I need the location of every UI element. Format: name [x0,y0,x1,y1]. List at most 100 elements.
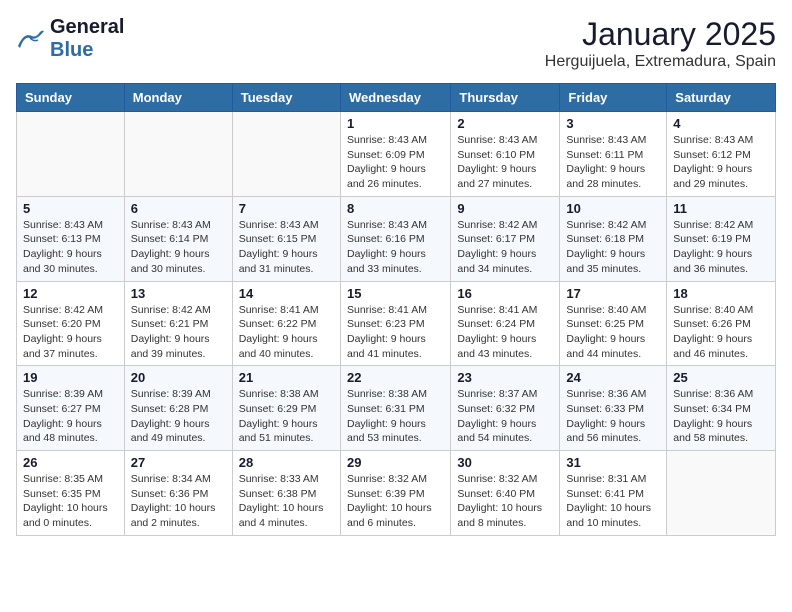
day-info: Sunrise: 8:43 AM Sunset: 6:13 PM Dayligh… [23,218,118,277]
day-info: Sunrise: 8:43 AM Sunset: 6:16 PM Dayligh… [347,218,444,277]
day-number: 26 [23,455,118,470]
day-info: Sunrise: 8:36 AM Sunset: 6:33 PM Dayligh… [566,387,660,446]
day-info: Sunrise: 8:42 AM Sunset: 6:19 PM Dayligh… [673,218,769,277]
month-title: January 2025 [545,16,776,53]
day-number: 25 [673,370,769,385]
day-info: Sunrise: 8:41 AM Sunset: 6:22 PM Dayligh… [239,303,334,362]
table-row: 15 Sunrise: 8:41 AM Sunset: 6:23 PM Dayli… [340,281,450,366]
day-number: 29 [347,455,444,470]
table-row: 23 Sunrise: 8:37 AM Sunset: 6:32 PM Dayli… [451,366,560,451]
day-number: 30 [457,455,553,470]
weekday-header-row: Sunday Monday Tuesday Wednesday Thursday… [17,84,776,112]
day-number: 23 [457,370,553,385]
day-number: 9 [457,201,553,216]
logo: General Blue [16,16,124,62]
day-number: 12 [23,286,118,301]
table-row: 6 Sunrise: 8:43 AM Sunset: 6:14 PM Daylig… [124,196,232,281]
day-info: Sunrise: 8:43 AM Sunset: 6:10 PM Dayligh… [457,133,553,192]
table-row: 29 Sunrise: 8:32 AM Sunset: 6:39 PM Dayli… [340,451,450,536]
table-row: 12Sunrise: 8:42 AM Sunset: 6:20 PM Dayli… [17,281,125,366]
day-info: Sunrise: 8:42 AM Sunset: 6:21 PM Dayligh… [131,303,226,362]
table-row: 4Sunrise: 8:43 AM Sunset: 6:12 PM Daylig… [667,112,776,197]
day-info: Sunrise: 8:37 AM Sunset: 6:32 PM Dayligh… [457,387,553,446]
table-row [124,112,232,197]
day-info: Sunrise: 8:31 AM Sunset: 6:41 PM Dayligh… [566,472,660,531]
header-monday: Monday [124,84,232,112]
header-wednesday: Wednesday [340,84,450,112]
logo-general-text: General [50,16,124,38]
day-info: Sunrise: 8:43 AM Sunset: 6:11 PM Dayligh… [566,133,660,192]
table-row: 31Sunrise: 8:31 AM Sunset: 6:41 PM Dayli… [560,451,667,536]
day-number: 17 [566,286,660,301]
table-row: 8Sunrise: 8:43 AM Sunset: 6:16 PM Daylig… [340,196,450,281]
day-number: 20 [131,370,226,385]
table-row: 20 Sunrise: 8:39 AM Sunset: 6:28 PM Dayli… [124,366,232,451]
day-number: 4 [673,116,769,131]
day-info: Sunrise: 8:35 AM Sunset: 6:35 PM Dayligh… [23,472,118,531]
day-info: Sunrise: 8:39 AM Sunset: 6:28 PM Dayligh… [131,387,226,446]
table-row: 28 Sunrise: 8:33 AM Sunset: 6:38 PM Dayli… [232,451,340,536]
day-number: 16 [457,286,553,301]
day-number: 10 [566,201,660,216]
table-row: 3 Sunrise: 8:43 AM Sunset: 6:11 PM Daylig… [560,112,667,197]
day-number: 7 [239,201,334,216]
table-row [17,112,125,197]
day-number: 15 [347,286,444,301]
day-number: 21 [239,370,334,385]
day-info: Sunrise: 8:33 AM Sunset: 6:38 PM Dayligh… [239,472,334,531]
header-thursday: Thursday [451,84,560,112]
day-info: Sunrise: 8:43 AM Sunset: 6:14 PM Dayligh… [131,218,226,277]
table-row: 5 Sunrise: 8:43 AM Sunset: 6:13 PM Daylig… [17,196,125,281]
day-info: Sunrise: 8:36 AM Sunset: 6:34 PM Dayligh… [673,387,769,446]
table-row: 16 Sunrise: 8:41 AM Sunset: 6:24 PM Dayli… [451,281,560,366]
table-row: 9 Sunrise: 8:42 AM Sunset: 6:17 PM Daylig… [451,196,560,281]
day-number: 5 [23,201,118,216]
day-info: Sunrise: 8:38 AM Sunset: 6:31 PM Dayligh… [347,387,444,446]
table-row: 1 Sunrise: 8:43 AM Sunset: 6:09 PM Daylig… [340,112,450,197]
day-number: 28 [239,455,334,470]
calendar-week-2: 5 Sunrise: 8:43 AM Sunset: 6:13 PM Daylig… [17,196,776,281]
day-number: 11 [673,201,769,216]
day-info: Sunrise: 8:42 AM Sunset: 6:17 PM Dayligh… [457,218,553,277]
calendar-week-5: 26 Sunrise: 8:35 AM Sunset: 6:35 PM Dayli… [17,451,776,536]
day-info: Sunrise: 8:41 AM Sunset: 6:23 PM Dayligh… [347,303,444,362]
calendar-week-3: 12Sunrise: 8:42 AM Sunset: 6:20 PM Dayli… [17,281,776,366]
day-number: 3 [566,116,660,131]
day-info: Sunrise: 8:32 AM Sunset: 6:39 PM Dayligh… [347,472,444,531]
day-number: 2 [457,116,553,131]
day-info: Sunrise: 8:43 AM Sunset: 6:09 PM Dayligh… [347,133,444,192]
header-sunday: Sunday [17,84,125,112]
day-number: 27 [131,455,226,470]
day-number: 24 [566,370,660,385]
table-row: 7 Sunrise: 8:43 AM Sunset: 6:15 PM Daylig… [232,196,340,281]
day-info: Sunrise: 8:34 AM Sunset: 6:36 PM Dayligh… [131,472,226,531]
table-row: 2 Sunrise: 8:43 AM Sunset: 6:10 PM Daylig… [451,112,560,197]
header-tuesday: Tuesday [232,84,340,112]
day-info: Sunrise: 8:39 AM Sunset: 6:27 PM Dayligh… [23,387,118,446]
calendar-week-4: 19 Sunrise: 8:39 AM Sunset: 6:27 PM Dayli… [17,366,776,451]
day-info: Sunrise: 8:32 AM Sunset: 6:40 PM Dayligh… [457,472,553,531]
table-row: 14Sunrise: 8:41 AM Sunset: 6:22 PM Dayli… [232,281,340,366]
table-row: 10 Sunrise: 8:42 AM Sunset: 6:18 PM Dayli… [560,196,667,281]
table-row [667,451,776,536]
title-section: January 2025 Herguijuela, Extremadura, S… [545,16,776,71]
day-info: Sunrise: 8:41 AM Sunset: 6:24 PM Dayligh… [457,303,553,362]
logo-bird-icon [16,28,46,50]
table-row: 17Sunrise: 8:40 AM Sunset: 6:25 PM Dayli… [560,281,667,366]
day-number: 19 [23,370,118,385]
table-row: 11 Sunrise: 8:42 AM Sunset: 6:19 PM Dayli… [667,196,776,281]
table-row: 18Sunrise: 8:40 AM Sunset: 6:26 PM Dayli… [667,281,776,366]
table-row: 25 Sunrise: 8:36 AM Sunset: 6:34 PM Dayli… [667,366,776,451]
table-row: 21 Sunrise: 8:38 AM Sunset: 6:29 PM Dayli… [232,366,340,451]
day-number: 1 [347,116,444,131]
day-number: 22 [347,370,444,385]
calendar-table: Sunday Monday Tuesday Wednesday Thursday… [16,83,776,536]
day-info: Sunrise: 8:38 AM Sunset: 6:29 PM Dayligh… [239,387,334,446]
day-number: 6 [131,201,226,216]
page-header: General Blue January 2025 Herguijuela, E… [16,16,776,71]
day-info: Sunrise: 8:43 AM Sunset: 6:15 PM Dayligh… [239,218,334,277]
table-row: 13Sunrise: 8:42 AM Sunset: 6:21 PM Dayli… [124,281,232,366]
table-row: 26 Sunrise: 8:35 AM Sunset: 6:35 PM Dayli… [17,451,125,536]
table-row: 22 Sunrise: 8:38 AM Sunset: 6:31 PM Dayli… [340,366,450,451]
day-info: Sunrise: 8:42 AM Sunset: 6:18 PM Dayligh… [566,218,660,277]
